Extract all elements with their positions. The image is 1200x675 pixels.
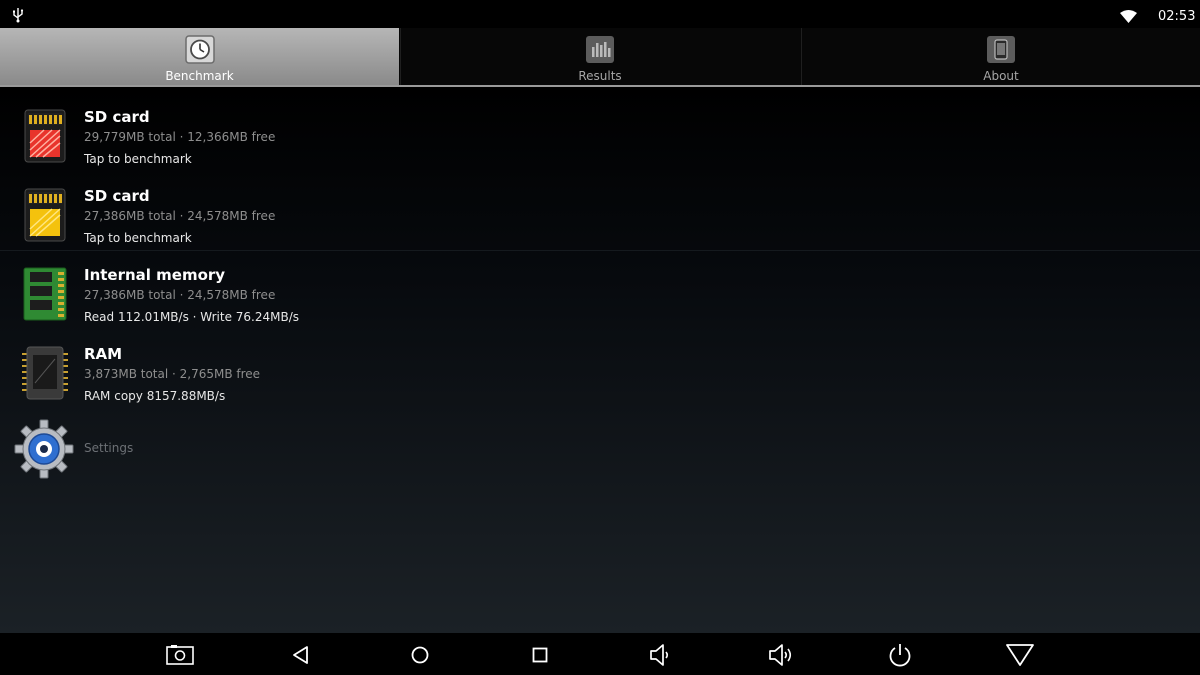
item-status: Tap to benchmark: [84, 231, 192, 245]
screenshot-icon: [166, 645, 194, 665]
home-icon: [411, 646, 429, 664]
power-button[interactable]: [885, 642, 915, 668]
item-status: Tap to benchmark: [84, 152, 192, 166]
tab-label: About: [983, 69, 1019, 83]
phone-icon: [987, 36, 1015, 63]
item-status: Read 112.01MB/s · Write 76.24MB/s: [84, 310, 300, 324]
list-item-internal-memory[interactable]: Internal memory 27,386MB total · 24,578M…: [0, 251, 1200, 330]
ram-chip-icon: [22, 346, 68, 400]
item-subtitle: 3,873MB total · 2,765MB free: [84, 367, 261, 381]
volume-down-icon: [650, 644, 669, 666]
settings-item[interactable]: Settings: [0, 414, 1200, 480]
tab-benchmark[interactable]: Benchmark: [0, 28, 399, 85]
status-clock: 02:53: [1158, 9, 1196, 24]
status-bar: 02:53: [0, 0, 1200, 28]
benchmark-list: SD card 29,779MB total · 12,366MB free T…: [0, 87, 1200, 633]
item-status: RAM copy 8157.88MB/s: [84, 389, 226, 403]
recents-button[interactable]: [525, 642, 555, 668]
item-subtitle: 27,386MB total · 24,578MB free: [84, 288, 276, 302]
menu-down-button[interactable]: [1005, 642, 1035, 668]
clock-icon: [184, 35, 215, 64]
item-subtitle: 29,779MB total · 12,366MB free: [84, 130, 276, 144]
home-button[interactable]: [405, 642, 435, 668]
item-title: RAM: [84, 345, 123, 363]
item-title: SD card: [84, 108, 150, 126]
menu-down-icon: [1006, 644, 1034, 666]
tab-about[interactable]: About: [801, 28, 1200, 85]
item-title: SD card: [84, 187, 150, 205]
item-subtitle: 27,386MB total · 24,578MB free: [84, 209, 276, 223]
volume-up-icon: [769, 644, 792, 666]
list-item-sd-card-2[interactable]: SD card 27,386MB total · 24,578MB free T…: [0, 172, 1200, 251]
recents-icon: [532, 647, 548, 663]
settings-label: Settings: [84, 441, 134, 455]
list-item-ram[interactable]: RAM 3,873MB total · 2,765MB free RAM cop…: [0, 330, 1200, 409]
wifi-icon: [1120, 10, 1137, 23]
power-icon: [889, 644, 911, 667]
back-button[interactable]: [285, 642, 315, 668]
tab-label: Benchmark: [165, 69, 234, 83]
usb-icon: [13, 8, 24, 23]
volume-down-button[interactable]: [645, 642, 675, 668]
screenshot-button[interactable]: [165, 642, 195, 668]
tab-results[interactable]: Results: [400, 28, 799, 85]
sd-card-red-icon: [24, 109, 66, 163]
navigation-bar: [0, 633, 1200, 675]
memory-chip-icon: [23, 267, 67, 321]
bar-chart-icon: [586, 36, 614, 63]
back-icon: [293, 646, 308, 664]
item-title: Internal memory: [84, 266, 226, 284]
gear-icon: [14, 419, 74, 479]
sd-card-yellow-icon: [24, 188, 66, 242]
tab-bar: Benchmark Results About: [0, 28, 1200, 87]
volume-up-button[interactable]: [765, 642, 795, 668]
list-item-sd-card-1[interactable]: SD card 29,779MB total · 12,366MB free T…: [0, 93, 1200, 172]
tab-label: Results: [578, 69, 622, 83]
